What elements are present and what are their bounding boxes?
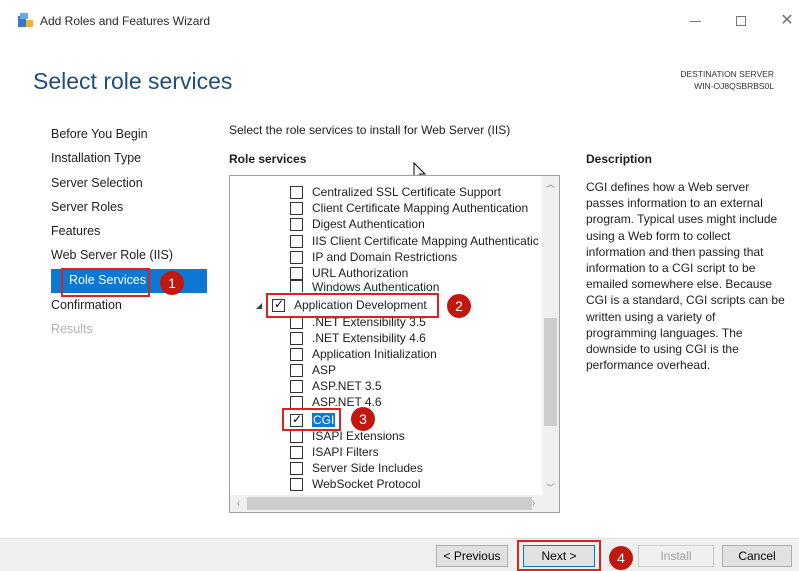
minimize-icon[interactable] (680, 6, 710, 36)
checkbox[interactable] (290, 477, 303, 491)
nav-item-before-you-begin[interactable]: Before You Begin (51, 127, 148, 141)
checkbox[interactable] (290, 395, 303, 409)
role-services-heading: Role services (229, 152, 307, 166)
checkbox[interactable] (290, 461, 303, 475)
maximize-icon[interactable] (726, 6, 756, 36)
nav-item-installation-type[interactable]: Installation Type (51, 151, 141, 165)
annotation-box-app-dev (266, 293, 439, 318)
tree-item-label: .NET Extensibility 4.6 (312, 331, 426, 345)
nav-item-confirmation[interactable]: Confirmation (51, 298, 122, 312)
annotation-badge-4: 4 (609, 546, 633, 570)
checkbox[interactable] (290, 266, 303, 280)
tree-item-label: Server Side Includes (312, 461, 423, 475)
tree-item-label: ASP.NET 3.5 (312, 379, 382, 393)
nav-item-features[interactable]: Features (51, 224, 100, 238)
scroll-up-arrow-icon[interactable]: ︿ (542, 176, 559, 193)
nav-item-results: Results (51, 322, 93, 336)
nav-item-server-roles[interactable]: Server Roles (51, 200, 123, 214)
vertical-scrollbar[interactable]: ︿ ﹀ (542, 176, 559, 497)
tree-item-label: IP and Domain Restrictions (312, 250, 458, 264)
checkbox[interactable] (290, 201, 303, 215)
tree-item-url-auth[interactable]: URL Authorization (290, 265, 408, 281)
tree-item-label: Windows Authentication (312, 280, 440, 292)
previous-button[interactable]: < Previous (436, 545, 508, 567)
tree-item-label: Application Initialization (312, 347, 437, 361)
destination-server: DESTINATION SERVER WIN-OJ8QSBRBS0L (680, 68, 774, 92)
close-icon[interactable]: ✕ (772, 6, 799, 36)
annotation-badge-3: 3 (351, 407, 375, 431)
tree-item-app-init[interactable]: Application Initialization (290, 346, 437, 362)
tree-item-centralized-ssl[interactable]: Centralized SSL Certificate Support (290, 184, 501, 200)
tree-item-label: ASP.NET 4.6 (312, 395, 382, 409)
annotation-badge-1: 1 (160, 271, 184, 295)
tree-item-ssi[interactable]: Server Side Includes (290, 460, 423, 476)
tree-item-client-cert-mapping[interactable]: Client Certificate Mapping Authenticatio… (290, 200, 528, 216)
vertical-scroll-thumb[interactable] (544, 318, 557, 426)
annotation-badge-2: 2 (447, 294, 471, 318)
checkbox[interactable] (290, 429, 303, 443)
tree-item-label: Digest Authentication (312, 217, 425, 231)
tree-item-digest-auth[interactable]: Digest Authentication (290, 216, 425, 232)
description-text: CGI defines how a Web server passes info… (586, 180, 785, 373)
collapse-arrow-icon[interactable]: ◢ (256, 301, 262, 310)
checkbox[interactable] (290, 280, 303, 292)
tree-item-net-ext-46[interactable]: .NET Extensibility 4.6 (290, 330, 426, 346)
server-manager-icon (18, 13, 33, 27)
checkbox[interactable] (290, 347, 303, 361)
annotation-box-role-services (61, 268, 150, 297)
tree-item-iis-client-cert[interactable]: IIS Client Certificate Mapping Authentic… (290, 233, 539, 249)
instruction-text: Select the role services to install for … (229, 123, 511, 137)
tree-item-ip-domain[interactable]: IP and Domain Restrictions (290, 249, 457, 265)
nav-item-server-selection[interactable]: Server Selection (51, 176, 143, 190)
description-heading: Description (586, 152, 653, 166)
horizontal-scrollbar[interactable]: ‹ › (230, 495, 559, 512)
role-services-tree[interactable]: Centralized SSL Certificate Support Clie… (229, 175, 560, 513)
tree-item-label: Centralized SSL Certificate Support (312, 185, 501, 199)
scroll-right-arrow-icon[interactable]: › (525, 495, 542, 512)
tree-item-windows-auth[interactable]: Windows Authentication (290, 280, 439, 292)
tree-item-label: Client Certificate Mapping Authenticatio… (312, 201, 529, 215)
checkbox[interactable] (290, 331, 303, 345)
install-button: Install (638, 545, 714, 567)
checkbox[interactable] (290, 217, 303, 231)
annotation-box-cgi (282, 408, 341, 431)
title-bar: Add Roles and Features Wizard ✕ (0, 0, 799, 44)
tree-item-label: URL Authorization (312, 266, 409, 280)
tree-item-label: IIS Client Certificate Mapping Authentic… (312, 234, 539, 248)
scroll-left-arrow-icon[interactable]: ‹ (230, 495, 247, 512)
cancel-button[interactable]: Cancel (722, 545, 792, 567)
tree-item-label: WebSocket Protocol (312, 477, 421, 491)
checkbox[interactable] (290, 250, 303, 264)
checkbox[interactable] (290, 445, 303, 459)
tree-item-isapi-filters[interactable]: ISAPI Filters (290, 444, 379, 460)
page-title: Select role services (33, 68, 233, 94)
horizontal-scroll-thumb[interactable] (247, 497, 532, 510)
checkbox[interactable] (290, 234, 303, 248)
destination-server-name: WIN-OJ8QSBRBS0L (694, 81, 774, 91)
tree-item-label: ISAPI Filters (312, 445, 379, 459)
nav-item-web-server-role[interactable]: Web Server Role (IIS) (51, 248, 173, 262)
window-title: Add Roles and Features Wizard (40, 14, 211, 28)
tree-item-asp[interactable]: ASP (290, 362, 336, 378)
tree-item-label: ASP (312, 363, 337, 377)
annotation-box-next (517, 540, 601, 571)
tree-item-aspnet-35[interactable]: ASP.NET 3.5 (290, 378, 382, 394)
tree-item-label: ISAPI Extensions (312, 429, 405, 443)
tree-item-websocket[interactable]: WebSocket Protocol (290, 476, 421, 492)
destination-label: DESTINATION SERVER (680, 69, 774, 79)
checkbox[interactable] (290, 363, 303, 377)
checkbox[interactable] (290, 379, 303, 393)
checkbox[interactable] (290, 185, 303, 199)
